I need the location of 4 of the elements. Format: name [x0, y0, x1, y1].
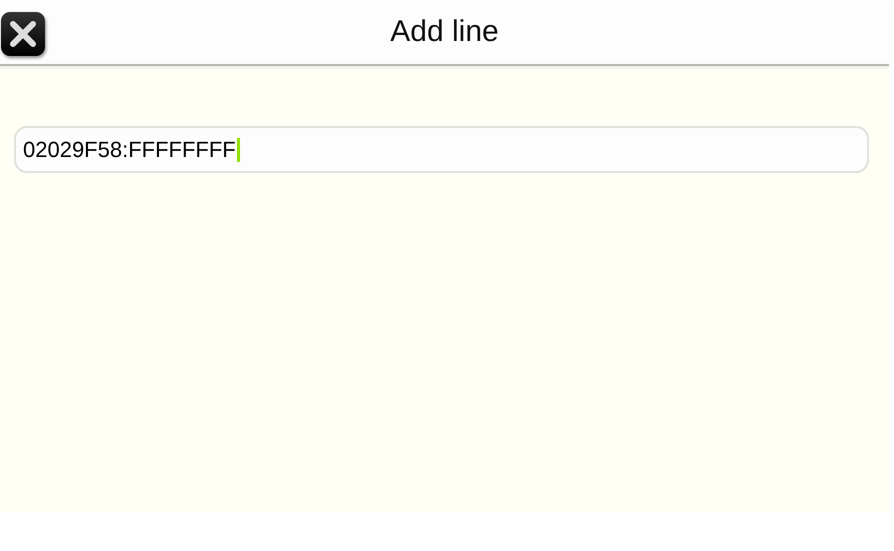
- close-icon: [8, 19, 38, 49]
- window-title: Add line: [390, 17, 499, 47]
- close-button[interactable]: [1, 12, 45, 56]
- input-field[interactable]: 02029F58:FFFFFFFF: [14, 126, 869, 173]
